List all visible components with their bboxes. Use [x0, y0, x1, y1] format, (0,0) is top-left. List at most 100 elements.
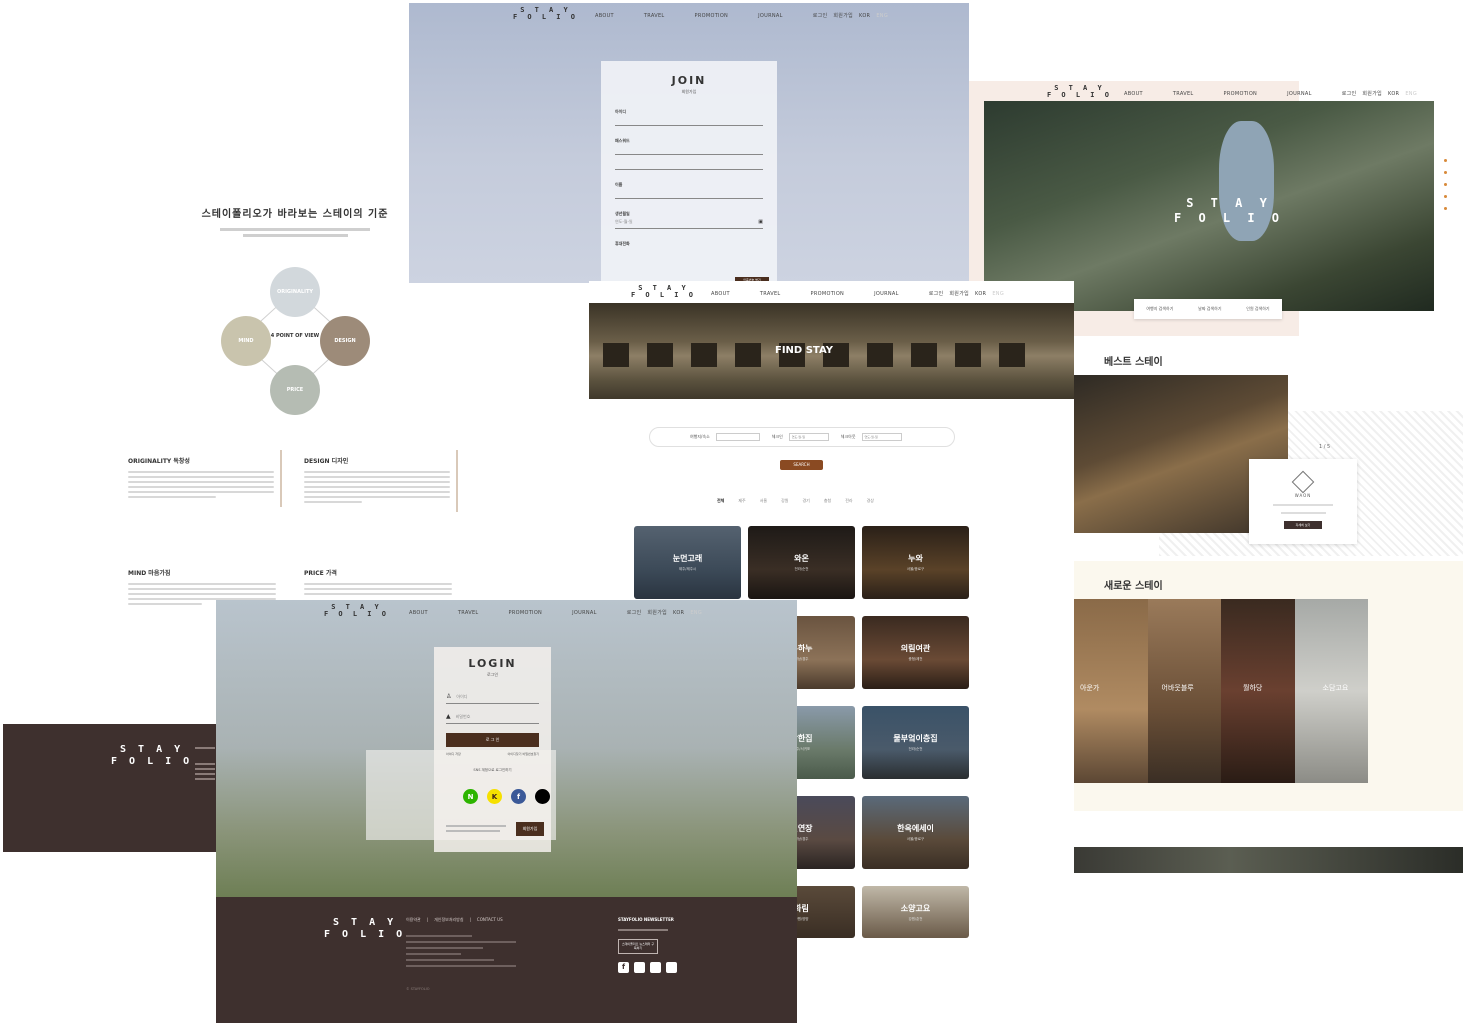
facebook-login-icon[interactable]: f [511, 789, 526, 804]
stay-tile[interactable]: 소양고요 강원/춘천 [862, 886, 969, 938]
name-input[interactable] [615, 188, 763, 196]
filter-jeju[interactable]: 제주 [738, 498, 745, 504]
nav-lang-kor[interactable]: KOR [859, 13, 870, 19]
nav-lang-eng[interactable]: ENG [876, 13, 888, 19]
password-input[interactable]: ▲ 비밀번호 [446, 712, 539, 721]
nav-about[interactable]: ABOUT [595, 13, 614, 19]
password-input[interactable] [615, 144, 763, 152]
nav-lang-kor[interactable]: KOR [975, 291, 986, 297]
nav-lang-kor[interactable]: KOR [1388, 91, 1399, 97]
nav-promotion[interactable]: PROMOTION [695, 13, 729, 19]
login-panel: S T A YF O L I O ABOUT TRAVEL PROMOTION … [216, 600, 797, 1023]
nav-lang-eng[interactable]: ENG [1405, 91, 1417, 97]
naver-login-icon[interactable]: N [463, 789, 478, 804]
slide-dots[interactable] [1444, 159, 1447, 210]
nav-login[interactable]: 로그인 [929, 290, 944, 297]
footer-terms-link[interactable]: 이용약관 [406, 917, 421, 923]
search-date[interactable]: 날짜 검색하기 [1198, 306, 1221, 312]
new-stay-card[interactable]: 아운가 [1074, 599, 1148, 783]
nav-travel[interactable]: TRAVEL [760, 291, 781, 297]
login-subtitle: 로그인 [486, 672, 499, 677]
footer-privacy-link[interactable]: 개인정보처리방침 [434, 917, 463, 923]
filter-gangwon[interactable]: 강원 [781, 498, 788, 504]
password-confirm-input[interactable] [615, 159, 763, 167]
save-id-checkbox[interactable]: 아이디 저장 [446, 752, 461, 756]
hero-search-bar[interactable]: 여행지 검색하기 날짜 검색하기 인원 검색하기 [1134, 299, 1282, 319]
kakao-login-icon[interactable]: K [487, 789, 502, 804]
search-destination[interactable]: 여행지 검색하기 [1146, 306, 1173, 312]
nav-travel[interactable]: TRAVEL [1173, 91, 1194, 97]
birth-input[interactable]: 연도-월-일 ▣ [615, 217, 763, 226]
stay-tile[interactable]: 의림여관 충청/제천 [862, 616, 969, 689]
nav-join[interactable]: 회원가입 [1362, 90, 1382, 97]
logo[interactable]: S T A YF O L I O [631, 285, 696, 299]
filter-seoul[interactable]: 서울 [760, 498, 767, 504]
nav-join[interactable]: 회원가입 [949, 290, 969, 297]
nav-lang-eng[interactable]: ENG [992, 291, 1004, 297]
filter-gyeongsang[interactable]: 경상 [867, 498, 874, 504]
nav-travel[interactable]: TRAVEL [644, 13, 665, 19]
nav-join[interactable]: 회원가입 [647, 609, 667, 616]
nav-login[interactable]: 로그인 [627, 609, 642, 616]
stay-tile[interactable]: 와온 전라/순천 [748, 526, 855, 599]
search-button[interactable]: SEARCH [780, 460, 823, 470]
popup-button[interactable]: 자세히 보기 [1284, 521, 1322, 529]
nav-journal[interactable]: JOURNAL [874, 291, 899, 297]
find-search-bar: 여행지/숙소 체크인 연도-월-일 체크아웃 연도-월-일 [649, 427, 955, 447]
stay-tile[interactable]: 눈먼고래 제주/제주시 [634, 526, 741, 599]
logo[interactable]: S T A YF O L I O [513, 7, 578, 21]
filter-all[interactable]: 전체 [717, 498, 724, 504]
nav-about[interactable]: ABOUT [1124, 91, 1143, 97]
sns-label: SNS 계정으로 로그인하기 [473, 768, 512, 772]
blog-icon[interactable] [650, 962, 661, 973]
new-stay-card[interactable]: 소담고요 [1294, 599, 1368, 783]
nav-journal[interactable]: JOURNAL [758, 13, 783, 19]
nav-lang-eng[interactable]: ENG [690, 610, 702, 616]
best-pager[interactable]: 1 / 5 [1319, 444, 1330, 450]
login-button[interactable]: 로 그 인 [446, 733, 539, 747]
apple-login-icon[interactable] [535, 789, 550, 804]
nav-lang-kor[interactable]: KOR [673, 610, 684, 616]
instagram-icon[interactable] [634, 962, 645, 973]
facebook-icon[interactable]: f [618, 962, 629, 973]
nav-login[interactable]: 로그인 [813, 12, 828, 19]
new-stay-card[interactable]: 월하당 [1221, 599, 1295, 783]
checkout-label: 체크아웃 [840, 434, 856, 439]
logo[interactable]: S T A YF O L I O [1047, 85, 1112, 99]
best-stay-title: 베스트 스테이 [1104, 357, 1163, 368]
card-title: PRICE 가격 [304, 570, 337, 577]
nav-about[interactable]: ABOUT [711, 291, 730, 297]
nav-promotion[interactable]: PROMOTION [1224, 91, 1258, 97]
filter-jeolla[interactable]: 전라 [845, 498, 852, 504]
nav-join[interactable]: 회원가입 [833, 12, 853, 19]
find-password-link[interactable]: 비밀번호찾기 [522, 752, 539, 756]
find-id-link[interactable]: 아이디찾기 [508, 752, 522, 756]
checkout-input[interactable]: 연도-월-일 [861, 433, 902, 441]
nav-login[interactable]: 로그인 [1342, 90, 1357, 97]
stay-tile[interactable]: 누와 서울/종로구 [862, 526, 969, 599]
join-button[interactable]: 회원가입 [516, 822, 544, 836]
nav-promotion[interactable]: PROMOTION [811, 291, 845, 297]
nav-journal[interactable]: JOURNAL [1287, 91, 1312, 97]
youtube-icon[interactable] [666, 962, 677, 973]
stay-tile[interactable]: 한옥에세이 서울/종로구 [862, 796, 969, 869]
filter-chungcheong[interactable]: 충청 [824, 498, 831, 504]
id-input[interactable]: ♙ 아이디 [446, 692, 539, 701]
new-stay-card[interactable]: 어바웃블루 [1147, 599, 1221, 783]
nav-journal[interactable]: JOURNAL [572, 610, 597, 616]
newsletter-subscribe-button[interactable]: 스테이폴리오 뉴스레터 구독하기 [618, 939, 658, 954]
search-guests[interactable]: 인원 검색하기 [1246, 306, 1269, 312]
nav-about[interactable]: ABOUT [409, 610, 428, 616]
id-input[interactable] [615, 115, 763, 123]
popup-name: WAON [1294, 493, 1312, 498]
footer-contact-link[interactable]: CONTACT US [477, 917, 503, 923]
nav-travel[interactable]: TRAVEL [458, 610, 479, 616]
lock-icon: ▲ [446, 713, 451, 720]
filter-gyeonggi[interactable]: 경기 [803, 498, 810, 504]
checkin-input[interactable]: 연도-월-일 [788, 433, 829, 441]
stay-tile[interactable]: 물부엌이층집 전라/순천 [862, 706, 969, 779]
calendar-icon[interactable]: ▣ [758, 219, 763, 225]
destination-input[interactable] [715, 433, 760, 441]
logo[interactable]: S T A YF O L I O [324, 604, 389, 618]
nav-promotion[interactable]: PROMOTION [509, 610, 543, 616]
